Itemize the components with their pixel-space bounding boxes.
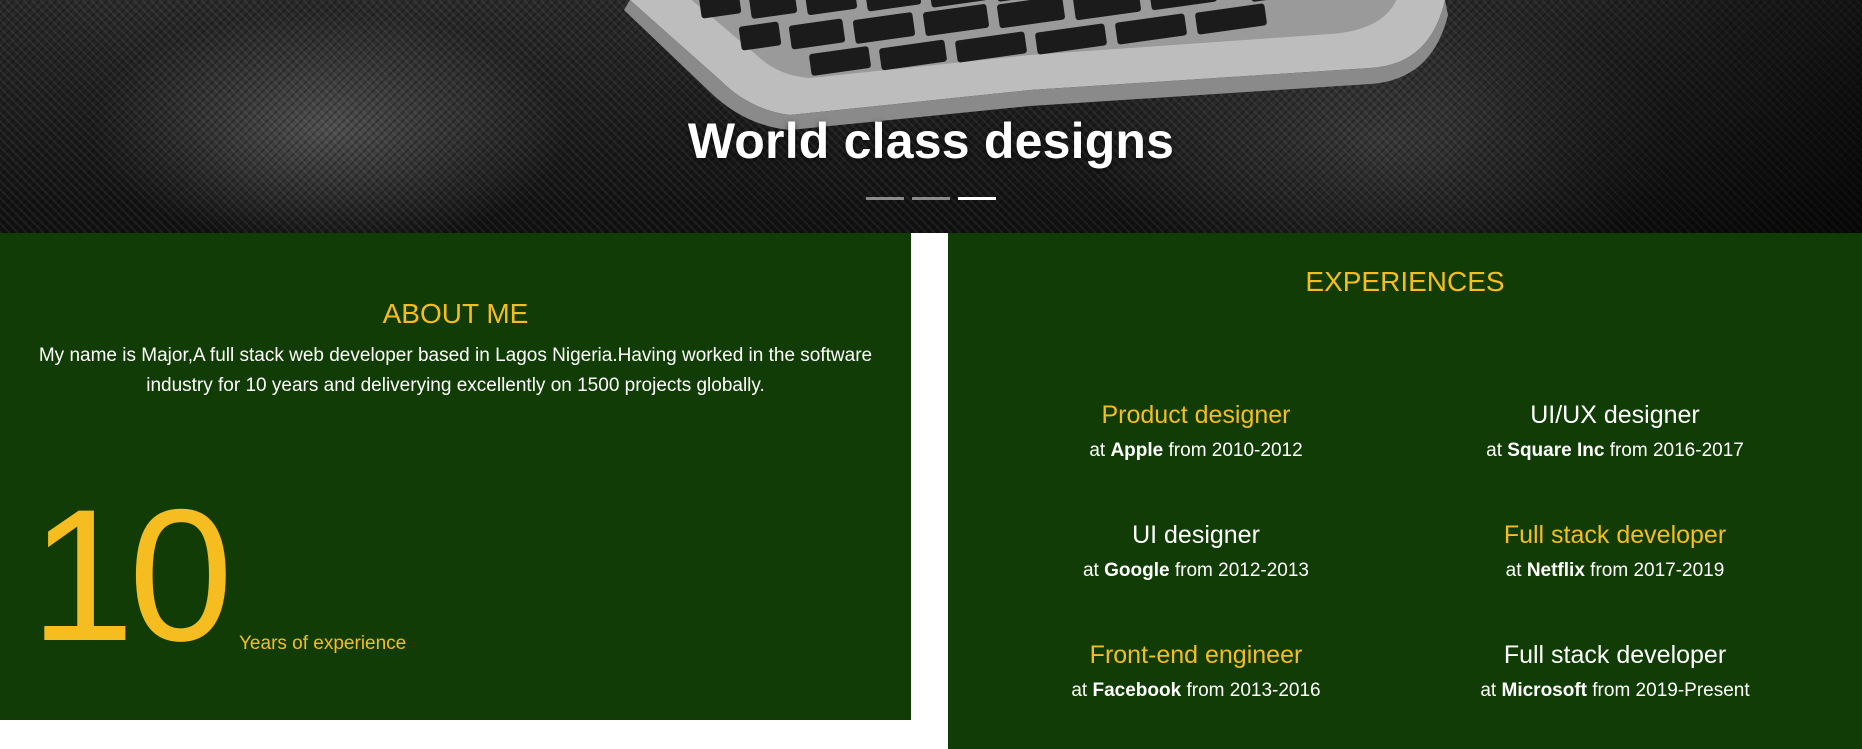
slider-indicator-1[interactable]: [866, 197, 904, 200]
slider-indicators: [0, 197, 1862, 200]
experience-item: UI designer at Google from 2012-2013: [986, 519, 1406, 583]
experience-details: at Facebook from 2013-2016: [1071, 680, 1321, 701]
experience-item: UI/UX designer at Square Inc from 2016-2…: [1405, 399, 1825, 463]
years-experience-label: Years of experience: [239, 633, 407, 654]
about-section: ABOUT ME My name is Major,A full stack w…: [0, 233, 911, 720]
years-experience-number: 10: [30, 470, 233, 680]
slider-indicator-2[interactable]: [912, 197, 950, 200]
experience-company: Facebook: [1092, 680, 1182, 701]
experience-role: UI designer: [1132, 521, 1260, 549]
experience-details: at Netflix from 2017-2019: [1505, 560, 1725, 581]
experience-item: Full stack developer at Microsoft from 2…: [1405, 639, 1825, 703]
experience-company: Square Inc: [1507, 440, 1605, 461]
experience-details: at Square Inc from 2016-2017: [1486, 440, 1744, 461]
experience-item: Product designer at Apple from 2010-2012: [986, 399, 1406, 463]
experience-details: at Google from 2012-2013: [1082, 560, 1310, 581]
experiences-title: EXPERIENCES: [1305, 266, 1505, 297]
experience-details: at Microsoft from 2019-Present: [1480, 680, 1750, 701]
hero-banner: World class designs: [0, 0, 1862, 233]
experience-role: UI/UX designer: [1530, 401, 1700, 429]
hero-title: World class designs: [687, 113, 1175, 169]
page: World class designs ABOUT ME My name is …: [0, 0, 1862, 749]
experiences-section: EXPERIENCES Product designer at Apple fr…: [948, 233, 1862, 749]
experience-company: Netflix: [1526, 560, 1585, 581]
experience-company: Microsoft: [1501, 680, 1588, 701]
experience-company: Google: [1104, 560, 1170, 581]
slider-indicator-3[interactable]: [958, 197, 996, 200]
experience-item: Front-end engineer at Facebook from 2013…: [986, 639, 1406, 703]
experience-role: Full stack developer: [1503, 521, 1727, 549]
experience-role: Front-end engineer: [1089, 641, 1303, 669]
experience-role: Full stack developer: [1503, 641, 1727, 669]
about-title: ABOUT ME: [382, 298, 529, 329]
about-description: My name is Major,A full stack web develo…: [38, 345, 873, 396]
experience-company: Apple: [1110, 440, 1164, 461]
experience-role: Product designer: [1101, 401, 1291, 429]
experience-item: Full stack developer at Netflix from 201…: [1405, 519, 1825, 583]
experience-details: at Apple from 2010-2012: [1089, 440, 1303, 461]
